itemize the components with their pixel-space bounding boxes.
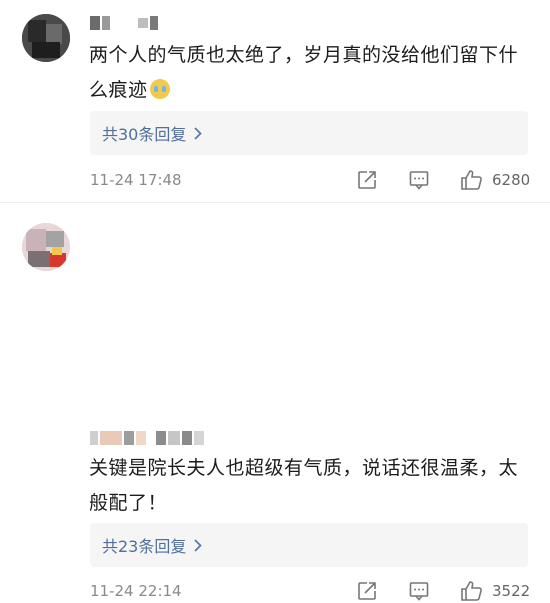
comment-item: 关键是院长夫人也超级有气质，说话还很温柔，太般配了！ 共23条回复 11-24 … <box>0 203 550 601</box>
comment-meta: 11-24 17:48 6280 <box>90 168 530 192</box>
like-count: 6280 <box>492 171 531 189</box>
avatar[interactable] <box>22 14 70 62</box>
share-button[interactable] <box>356 169 378 191</box>
username-blurred[interactable] <box>90 14 158 32</box>
comment-text: 关键是院长夫人也超级有气质，说话还很温柔，太般配了！ <box>89 457 519 514</box>
comment-actions: 3522 <box>356 579 530 603</box>
replies-count-label: 共23条回复 <box>102 537 187 556</box>
comment-button[interactable] <box>408 169 430 191</box>
avatar[interactable] <box>22 223 70 271</box>
view-replies-link[interactable]: 共23条回复 <box>90 523 528 567</box>
comment-text: 两个人的气质也太绝了，岁月真的没给他们留下什么痕迹 <box>89 44 519 101</box>
thumbs-up-icon <box>460 580 484 602</box>
like-count: 3522 <box>492 582 531 600</box>
share-icon <box>356 169 378 191</box>
view-replies-link[interactable]: 共30条回复 <box>90 111 528 155</box>
thumbs-up-icon <box>460 169 484 191</box>
share-button[interactable] <box>356 580 378 602</box>
timestamp: 11-24 22:14 <box>90 582 182 600</box>
like-button[interactable]: 3522 <box>460 580 530 602</box>
share-icon <box>356 580 378 602</box>
comment-item: 两个人的气质也太绝了，岁月真的没给他们留下什么痕迹 共30条回复 11-24 1… <box>0 0 550 203</box>
comment-actions: 6280 <box>356 168 530 192</box>
comment-icon <box>408 580 430 602</box>
comment-button[interactable] <box>408 580 430 602</box>
like-button[interactable]: 6280 <box>460 169 530 191</box>
replies-count-label: 共30条回复 <box>102 125 187 144</box>
timestamp: 11-24 17:48 <box>90 171 182 189</box>
chevron-right-icon <box>194 538 203 552</box>
comment-meta: 11-24 22:14 3522 <box>90 579 530 603</box>
crying-face-icon <box>149 79 170 99</box>
comment-icon <box>408 169 430 191</box>
username-blurred[interactable] <box>90 429 204 447</box>
chevron-right-icon <box>194 126 203 140</box>
